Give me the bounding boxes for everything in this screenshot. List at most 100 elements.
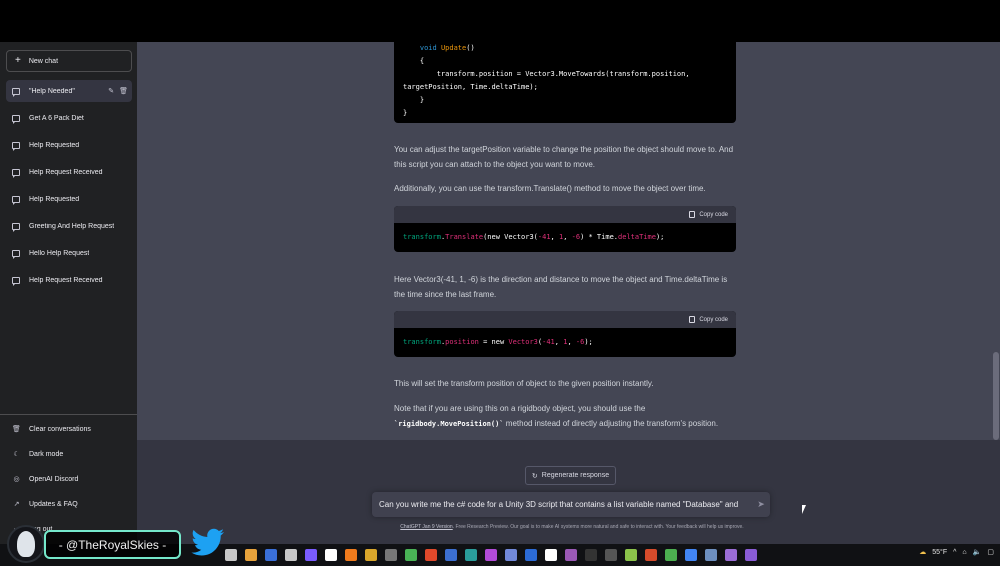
taskbar-app-icon[interactable] <box>745 549 757 561</box>
response-paragraph: Note that if you are using this on a rig… <box>394 401 739 432</box>
code-header: Copy code <box>394 311 736 328</box>
taskbar-app-icon[interactable] <box>385 549 397 561</box>
taskbar-app-icon[interactable] <box>685 549 697 561</box>
copy-code-button[interactable]: Copy code <box>699 317 728 323</box>
taskbar-app-icon[interactable] <box>405 549 417 561</box>
taskbar-app-icon[interactable] <box>725 549 737 561</box>
chat-bubble-icon <box>12 249 20 259</box>
taskbar-app-icon[interactable] <box>705 549 717 561</box>
chat-bubble-icon <box>12 276 20 286</box>
copy-code-button[interactable]: Copy code <box>699 212 728 218</box>
response-paragraph: This will set the transform position of … <box>394 379 654 388</box>
send-icon[interactable]: ➤ <box>752 499 770 510</box>
sidebar-conversation[interactable]: Greeting And Help Request <box>6 215 132 237</box>
new-chat-button[interactable]: + New chat <box>6 50 132 72</box>
taskbar-app-icon[interactable] <box>585 549 597 561</box>
code-token: ) * Time. <box>580 233 619 241</box>
response-paragraph: Here Vector3(-41, 1, -6) is the directio… <box>394 275 728 299</box>
code-token: transform <box>403 233 441 241</box>
taskbar-app-icon[interactable] <box>645 549 657 561</box>
code-token: Update <box>440 44 467 52</box>
sidebar-conversation[interactable]: Help Requested <box>6 134 132 156</box>
pencil-icon[interactable]: ✎ <box>108 87 114 95</box>
screen: + New chat "Help Needed" ✎ 🗑 Get A 6 Pac… <box>0 0 1000 566</box>
conversation-label: "Help Needed" <box>29 87 75 95</box>
response-paragraph: Additionally, you can use the transform.… <box>394 184 706 193</box>
code-token: position <box>445 338 479 346</box>
version-link[interactable]: ChatGPT Jan 9 Version <box>400 524 452 530</box>
code-content: void Update() { transform.position = Vec… <box>394 38 736 123</box>
chevron-up-icon[interactable]: ^ <box>953 549 956 556</box>
taskbar-app-icon[interactable] <box>325 549 337 561</box>
footer-text: . Free Research Preview. Our goal is to … <box>452 524 744 530</box>
taskbar-app-icon[interactable] <box>625 549 637 561</box>
scrollbar-thumb[interactable] <box>993 352 999 440</box>
chat-bubble-icon <box>12 222 20 232</box>
conversation-label: Get A 6 Pack Diet <box>29 114 84 122</box>
chat-bubble-icon <box>12 168 20 178</box>
sidebar-conversation[interactable]: Hello Help Request <box>6 242 132 264</box>
taskbar-app-icon[interactable] <box>505 549 517 561</box>
sidebar-conversation[interactable]: Help Request Received <box>6 269 132 291</box>
taskbar-app-icon[interactable] <box>225 549 237 561</box>
updates-faq-link[interactable]: ↗ Updates & FAQ <box>6 494 132 514</box>
code-token: () <box>466 44 475 52</box>
code-token: Vector3 <box>508 338 538 346</box>
taskbar-app-icon[interactable] <box>285 549 297 561</box>
code-header: Copy code <box>394 206 736 223</box>
code-token: , <box>563 233 572 241</box>
code-block-1: void Update() { transform.position = Vec… <box>394 38 736 123</box>
clear-conversations-button[interactable]: 🗑 Clear conversations <box>6 419 132 439</box>
menu-label: Clear conversations <box>29 425 91 433</box>
sidebar-conversation-help-needed[interactable]: "Help Needed" ✎ 🗑 <box>6 80 132 102</box>
openai-discord-link[interactable]: ◎ OpenAI Discord <box>6 469 132 489</box>
taskbar-app-icon[interactable] <box>485 549 497 561</box>
inline-code: `rigidbody.MovePosition()` <box>394 420 504 428</box>
plus-icon: + <box>15 55 21 66</box>
chat-bubble-icon <box>12 141 20 151</box>
code-token: ); <box>655 233 665 241</box>
taskbar-app-icon[interactable] <box>245 549 257 561</box>
menu-label: Updates & FAQ <box>29 500 78 508</box>
trash-icon: 🗑 <box>12 426 21 433</box>
taskbar-app-icon[interactable] <box>445 549 457 561</box>
response-paragraph: You can adjust the targetPosition variab… <box>394 145 734 169</box>
avatar <box>7 525 45 563</box>
code-token: , <box>550 233 559 241</box>
code-block-2: Copy code transform.Translate(new Vector… <box>394 206 736 252</box>
network-icon[interactable]: ⌂ <box>962 549 966 556</box>
sidebar-conversation[interactable]: Get A 6 Pack Diet <box>6 107 132 129</box>
chat-main: void Update() { transform.position = Vec… <box>137 38 1000 544</box>
notification-icon[interactable]: ▢ <box>987 548 994 556</box>
code-token: -6 <box>571 233 581 241</box>
taskbar-app-icon[interactable] <box>525 549 537 561</box>
regenerate-response-button[interactable]: ↻ Regenerate response <box>525 466 616 485</box>
taskbar-app-icon[interactable] <box>305 549 317 561</box>
volume-icon[interactable]: 🔈 <box>973 548 982 556</box>
taskbar-app-icon[interactable] <box>465 549 477 561</box>
refresh-icon: ↻ <box>531 472 538 480</box>
menu-label: Dark mode <box>29 450 64 458</box>
clipboard-icon <box>689 211 696 218</box>
code-token: , <box>567 338 576 346</box>
dark-mode-button[interactable]: ☾ Dark mode <box>6 444 132 464</box>
taskbar-app-icon[interactable] <box>605 549 617 561</box>
taskbar-app-icon[interactable] <box>545 549 557 561</box>
message-input[interactable]: Can you write me the c# code for a Unity… <box>372 492 770 517</box>
sidebar-conversation[interactable]: Help Request Received <box>6 161 132 183</box>
clipboard-icon <box>689 316 696 323</box>
taskbar-app-icon[interactable] <box>565 549 577 561</box>
discord-icon: ◎ <box>13 476 20 483</box>
code-token: -41 <box>542 338 555 346</box>
taskbar-app-icon[interactable] <box>665 549 677 561</box>
sidebar-conversation[interactable]: Help Requested <box>6 188 132 210</box>
mouse-cursor <box>802 505 806 514</box>
code-line: transform.position = Vector3.MoveTowards… <box>403 70 690 78</box>
code-token: void <box>419 44 437 52</box>
chat-bubble-icon <box>12 114 20 124</box>
taskbar-app-icon[interactable] <box>425 549 437 561</box>
trash-icon[interactable]: 🗑 <box>119 87 128 95</box>
taskbar-app-icon[interactable] <box>365 549 377 561</box>
taskbar-app-icon[interactable] <box>345 549 357 561</box>
taskbar-app-icon[interactable] <box>265 549 277 561</box>
